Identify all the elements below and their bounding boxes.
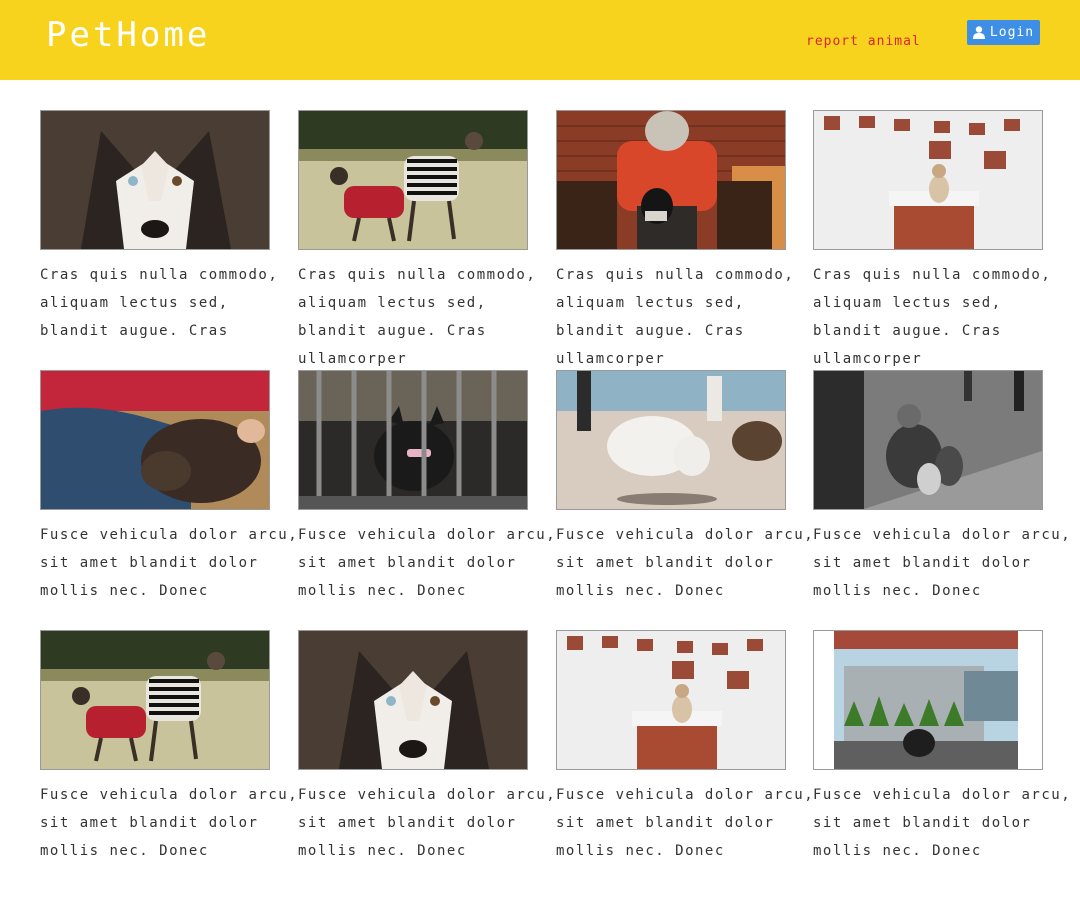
pet-card[interactable]: Fusce vehicula dolor arcu, sit amet blan… [813,370,1073,605]
pet-photo-street-dogs[interactable] [813,370,1043,510]
pet-photo-dog-in-snow[interactable] [556,630,786,770]
login-button[interactable]: Login [967,20,1040,45]
pet-caption: Fusce vehicula dolor arcu, sit amet blan… [556,787,815,859]
pet-photo-husky[interactable] [40,110,270,250]
pet-caption: Fusce vehicula dolor arcu, sit amet blan… [40,787,299,859]
pet-card[interactable]: Cras quis nulla commodo, aliquam lectus … [298,110,558,373]
pet-caption: Cras quis nulla commodo, aliquam lectus … [298,267,537,367]
pet-caption: Fusce vehicula dolor arcu, sit amet blan… [813,527,1072,599]
pet-photo-dog-on-lap[interactable] [40,370,270,510]
pet-caption: Cras quis nulla commodo, aliquam lectus … [813,267,1052,367]
pet-card[interactable]: Fusce vehicula dolor arcu, sit amet blan… [298,630,558,865]
pet-photo-man-with-dog[interactable] [556,110,786,250]
pet-caption: Fusce vehicula dolor arcu, sit amet blan… [40,527,299,599]
pet-photo-husky[interactable] [298,630,528,770]
pet-caption: Fusce vehicula dolor arcu, sit amet blan… [813,787,1072,859]
user-icon [972,26,985,39]
pet-caption: Cras quis nulla commodo, aliquam lectus … [556,267,795,367]
login-label: Login [989,25,1035,40]
pet-caption: Cras quis nulla commodo, aliquam lectus … [40,267,279,339]
pet-card[interactable]: Cras quis nulla commodo, aliquam lectus … [40,110,300,345]
pet-card[interactable]: Fusce vehicula dolor arcu, sit amet blan… [556,370,816,605]
pet-photo-bulldog-fence[interactable] [298,370,528,510]
pet-card[interactable]: Cras quis nulla commodo, aliquam lectus … [813,110,1073,373]
pet-photo-greyhounds[interactable] [298,110,528,250]
pet-card[interactable]: Fusce vehicula dolor arcu, sit amet blan… [40,630,300,865]
pet-caption: Fusce vehicula dolor arcu, sit amet blan… [556,527,815,599]
pet-photo-dog-by-wall[interactable] [813,630,1043,770]
pet-photo-white-dog-beach[interactable] [556,370,786,510]
pet-card[interactable]: Cras quis nulla commodo, aliquam lectus … [556,110,816,373]
report-animal-link[interactable]: report animal [806,34,921,49]
pet-photo-greyhounds[interactable] [40,630,270,770]
pet-card[interactable]: Fusce vehicula dolor arcu, sit amet blan… [40,370,300,605]
pet-caption: Fusce vehicula dolor arcu, sit amet blan… [298,787,557,859]
site-header: PetHome report animal Login [0,0,1080,80]
pet-card[interactable]: Fusce vehicula dolor arcu, sit amet blan… [298,370,558,605]
brand-logo[interactable]: PetHome [46,15,210,55]
pet-photo-dog-in-snow[interactable] [813,110,1043,250]
pet-card[interactable]: Fusce vehicula dolor arcu, sit amet blan… [813,630,1073,865]
pet-card[interactable]: Fusce vehicula dolor arcu, sit amet blan… [556,630,816,865]
pet-caption: Fusce vehicula dolor arcu, sit amet blan… [298,527,557,599]
